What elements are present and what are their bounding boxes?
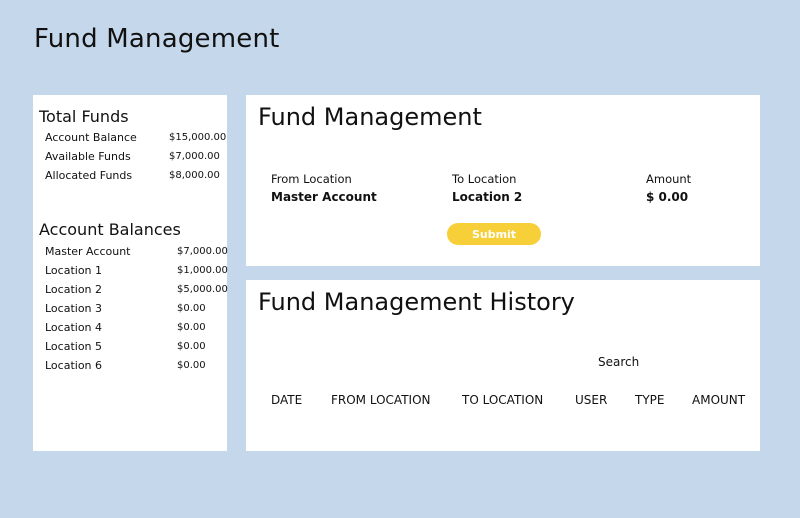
total-funds-heading: Total Funds bbox=[39, 107, 129, 126]
account-balances-heading: Account Balances bbox=[39, 220, 181, 239]
summary-value: $15,000.00 bbox=[169, 132, 227, 143]
balance-label: Location 1 bbox=[45, 264, 103, 277]
balance-label: Location 2 bbox=[45, 283, 103, 296]
funds-summary-panel: Total Funds Account Balance $15,000.00 A… bbox=[33, 95, 228, 451]
summary-row-available-funds: Available Funds $7,000.00 bbox=[45, 150, 225, 166]
summary-row-allocated-funds: Allocated Funds $8,000.00 bbox=[45, 169, 225, 185]
balance-row-location-2: Location 2 $5,000.00 bbox=[45, 283, 228, 299]
balance-value: $7,000.00 bbox=[177, 246, 228, 257]
amount-label: Amount bbox=[646, 172, 692, 186]
transfer-panel-title: Fund Management bbox=[258, 103, 482, 131]
column-header-user[interactable]: USER bbox=[575, 393, 607, 407]
balance-label: Location 6 bbox=[45, 359, 103, 372]
amount-input[interactable]: $ 0.00 bbox=[646, 190, 688, 204]
balance-row-master-account: Master Account $7,000.00 bbox=[45, 245, 228, 261]
column-header-to-location[interactable]: TO LOCATION bbox=[462, 393, 543, 407]
balance-value: $1,000.00 bbox=[177, 265, 228, 276]
balance-label: Location 5 bbox=[45, 340, 103, 353]
fund-transfer-panel: Fund Management From Location Master Acc… bbox=[246, 95, 760, 266]
balance-row-location-4: Location 4 $0.00 bbox=[45, 321, 225, 337]
balance-row-location-5: Location 5 $0.00 bbox=[45, 340, 225, 356]
summary-row-account-balance: Account Balance $15,000.00 bbox=[45, 131, 227, 147]
column-header-amount[interactable]: AMOUNT bbox=[692, 393, 745, 407]
balance-value: $0.00 bbox=[177, 341, 206, 352]
balance-value: $0.00 bbox=[177, 360, 206, 371]
balance-label: Master Account bbox=[45, 245, 131, 258]
from-location-select[interactable]: Master Account bbox=[271, 190, 377, 204]
balance-row-location-3: Location 3 $0.00 bbox=[45, 302, 225, 318]
balance-row-location-6: Location 6 $0.00 bbox=[45, 359, 225, 375]
submit-button[interactable]: Submit bbox=[447, 223, 541, 245]
summary-value: $7,000.00 bbox=[169, 151, 220, 162]
history-panel-title: Fund Management History bbox=[258, 288, 575, 316]
summary-label: Account Balance bbox=[45, 131, 137, 144]
column-header-type[interactable]: TYPE bbox=[635, 393, 664, 407]
balance-value: $0.00 bbox=[177, 303, 206, 314]
search-input[interactable]: Search bbox=[598, 355, 639, 369]
balance-value: $0.00 bbox=[177, 322, 206, 333]
fund-history-panel: Fund Management History Search DATE FROM… bbox=[246, 280, 760, 451]
balance-label: Location 4 bbox=[45, 321, 103, 334]
column-header-from-location[interactable]: FROM LOCATION bbox=[331, 393, 431, 407]
summary-label: Allocated Funds bbox=[45, 169, 133, 182]
column-header-date[interactable]: DATE bbox=[271, 393, 302, 407]
page-title: Fund Management bbox=[34, 24, 280, 54]
to-location-label: To Location bbox=[452, 172, 517, 186]
balance-row-location-1: Location 1 $1,000.00 bbox=[45, 264, 228, 280]
balance-value: $5,000.00 bbox=[177, 284, 228, 295]
balance-label: Location 3 bbox=[45, 302, 103, 315]
summary-label: Available Funds bbox=[45, 150, 131, 163]
to-location-select[interactable]: Location 2 bbox=[452, 190, 522, 204]
from-location-label: From Location bbox=[271, 172, 352, 186]
summary-value: $8,000.00 bbox=[169, 170, 220, 181]
